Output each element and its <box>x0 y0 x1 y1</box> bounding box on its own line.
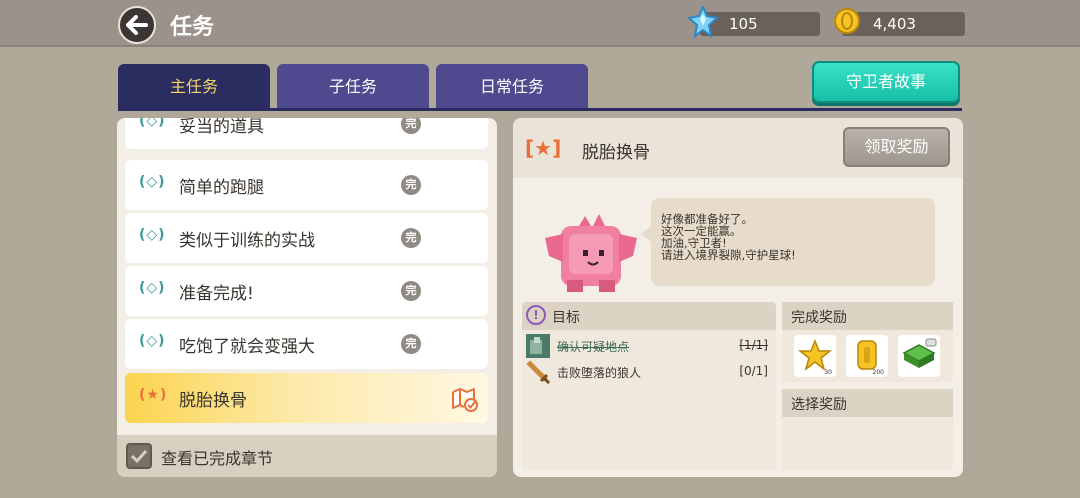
goal-title: 目标 <box>552 310 580 326</box>
goal-header: ! 目标 <box>522 302 776 330</box>
quest-item[interactable]: (◇) 类似于训练的实战 完 <box>125 213 488 263</box>
goal-count: [0/1] <box>739 364 768 378</box>
quest-icon: (◇) <box>139 118 166 129</box>
xp-block-icon <box>902 338 937 368</box>
goal-text: 确认可疑地点 <box>557 340 630 354</box>
dialog-bubble: 好像都准备好了。 这次一定能赢。 加油,守卫者! 请进入境界裂隙,守护星球! <box>641 198 935 286</box>
quest-name: 妥当的道具 <box>179 118 264 137</box>
completion-reward-header: 完成奖励 <box>782 302 953 330</box>
quest-item[interactable]: (◇) 简单的跑腿 完 <box>125 160 488 210</box>
goal-row: 击败堕落的狼人 [0/1] <box>526 360 772 384</box>
quest-icon: (◇) <box>139 280 166 296</box>
quest-name: 类似于训练的实战 <box>179 231 315 251</box>
goal-section: ! 目标 确认可疑地点 [1/1] 击败堕落的狼人 [0/1] <box>522 302 776 470</box>
claim-reward-button[interactable]: 领取奖励 <box>843 127 950 167</box>
quest-star-icon: (★) <box>139 387 168 403</box>
guardian-story-button[interactable]: 守卫者故事 <box>812 61 960 103</box>
reward-item[interactable] <box>898 335 940 377</box>
tab-sub-quest[interactable]: 子任务 <box>277 64 429 110</box>
quest-name: 脱胎换骨 <box>179 391 247 411</box>
exclamation-icon: ! <box>526 305 546 325</box>
top-bar: 任务 105 4,403 <box>0 0 1080 47</box>
quest-item[interactable]: (◇) 吃饱了就会变强大 完 <box>125 319 488 369</box>
dialog-line: 请进入境界裂隙,守护星球! <box>661 248 796 262</box>
reward-item[interactable]: 200 <box>846 335 888 377</box>
quest-icon: (◇) <box>139 174 166 190</box>
checkmark-icon <box>130 449 148 464</box>
location-thumbnail-icon <box>526 334 550 358</box>
back-arrow-icon <box>126 15 148 35</box>
page-title: 任务 <box>170 15 215 40</box>
quest-item[interactable]: (◇) 准备完成! 完 <box>125 266 488 316</box>
select-reward-header: 选择奖励 <box>782 389 953 417</box>
quest-name: 吃饱了就会变强大 <box>179 337 315 357</box>
quest-icon: (◇) <box>139 333 166 349</box>
goal-count: [1/1] <box>739 338 768 352</box>
sword-icon <box>526 360 550 384</box>
reward-quantity: 200 <box>872 369 884 376</box>
tab-underline <box>118 108 962 111</box>
completion-reward-section: 完成奖励 30 200 <box>782 302 953 382</box>
main-quest-star-icon: [★] <box>525 136 562 160</box>
gem-icon <box>687 6 719 38</box>
pink-monster-image <box>545 214 637 292</box>
quest-item-active[interactable]: (★) 脱胎换骨 <box>125 373 488 423</box>
completed-badge: 完 <box>401 334 421 354</box>
quest-item[interactable]: (◇) 妥当的道具 完 <box>125 118 488 149</box>
quest-name: 简单的跑腿 <box>179 178 264 198</box>
tab-daily-quest[interactable]: 日常任务 <box>436 64 588 110</box>
completed-badge: 完 <box>401 228 421 248</box>
tab-main-quest[interactable]: 主任务 <box>118 64 270 110</box>
view-completed-row[interactable]: 查看已完成章节 <box>117 435 497 477</box>
back-button[interactable] <box>118 6 156 44</box>
reward-item[interactable]: 30 <box>794 335 836 377</box>
quest-detail-panel: [★] 脱胎换骨 领取奖励 好像都准备好了。 这次一定能赢。 加油,守卫者! 请… <box>513 118 963 477</box>
completed-badge: 完 <box>401 281 421 301</box>
reward-quantity: 30 <box>824 369 832 376</box>
detail-title: 脱胎换骨 <box>582 143 650 163</box>
quest-list-panel: (◇) 妥当的道具 完 (◇) 简单的跑腿 完 (◇) 类似于训练的实战 完 (… <box>117 118 497 477</box>
map-check-icon <box>452 388 478 412</box>
select-reward-section: 选择奖励 <box>782 389 953 470</box>
coin-icon <box>834 8 860 34</box>
quest-icon: (◇) <box>139 227 166 243</box>
quest-name: 准备完成! <box>179 284 254 304</box>
view-completed-label: 查看已完成章节 <box>161 449 274 468</box>
goal-text: 击败堕落的狼人 <box>557 366 642 380</box>
detail-header: [★] 脱胎换骨 领取奖励 <box>513 118 963 178</box>
completed-badge: 完 <box>401 175 421 195</box>
quest-list[interactable]: (◇) 妥当的道具 完 (◇) 简单的跑腿 完 (◇) 类似于训练的实战 完 (… <box>117 118 497 435</box>
view-completed-checkbox[interactable] <box>126 443 152 469</box>
goal-row: 确认可疑地点 [1/1] <box>526 334 772 358</box>
completed-badge: 完 <box>401 118 421 134</box>
